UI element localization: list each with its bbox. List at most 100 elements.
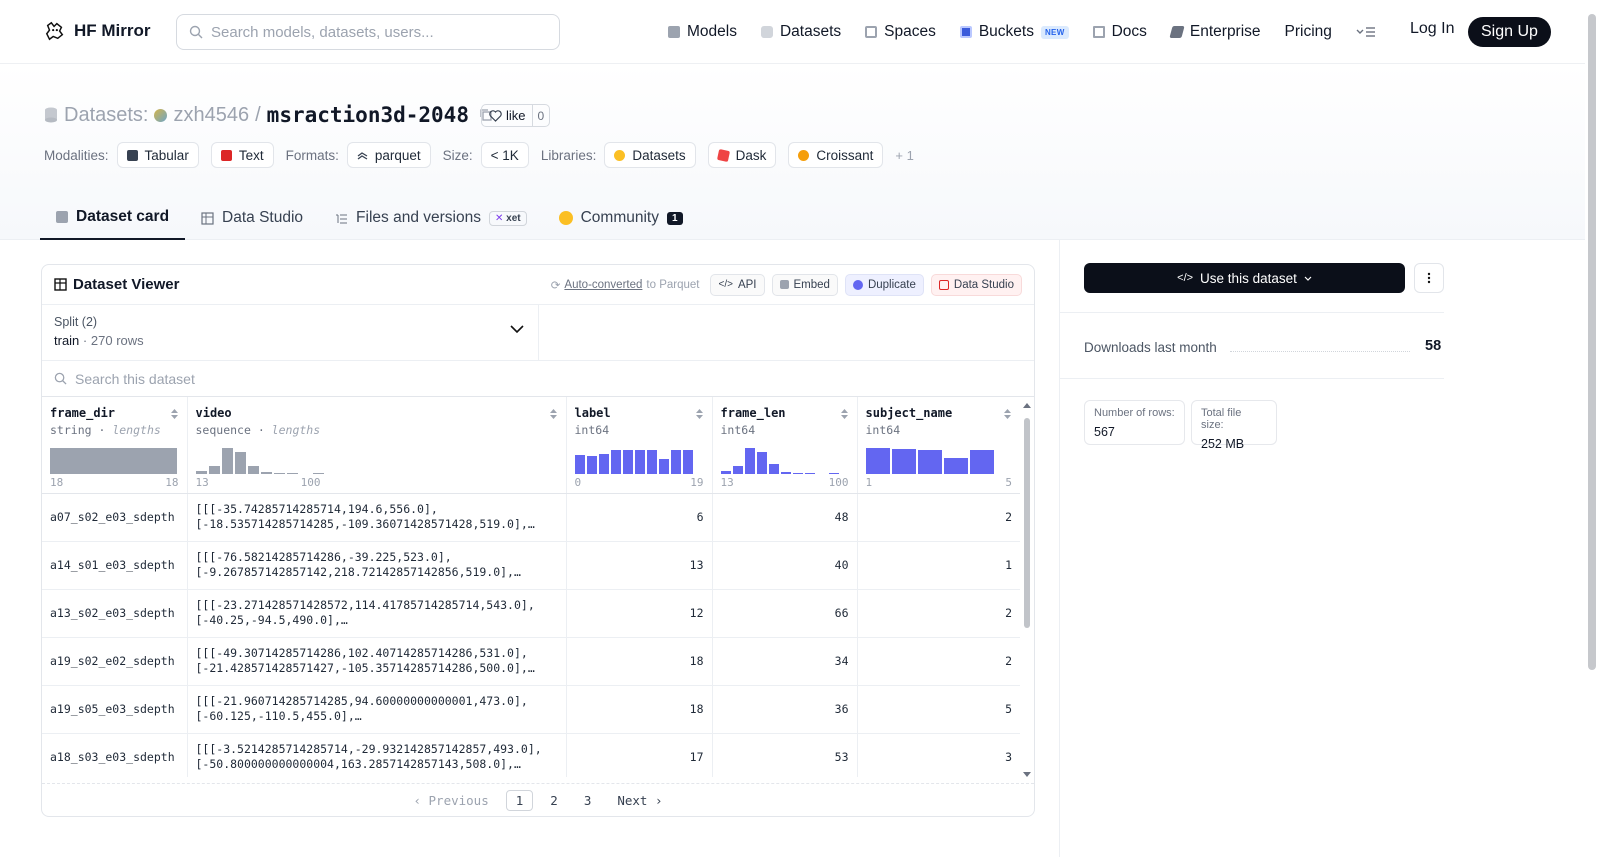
- signup-button[interactable]: Sign Up: [1468, 17, 1551, 47]
- cell-frame-len[interactable]: 40: [712, 541, 858, 590]
- dataset-search-input[interactable]: [75, 370, 475, 387]
- table-row[interactable]: a19_s05_e03_sdepth [[[-21.96071428571428…: [42, 685, 1020, 734]
- tab-data-studio[interactable]: Data Studio: [185, 196, 319, 240]
- cell-label[interactable]: 18: [566, 637, 713, 686]
- col-header-subject-name[interactable]: subject_name int64 15: [857, 397, 1020, 494]
- col-header-label[interactable]: label int64 0 19: [566, 397, 713, 494]
- tab-dataset-card[interactable]: Dataset card: [40, 196, 186, 240]
- cell-frame-len[interactable]: 36: [712, 685, 858, 734]
- repo-owner-link[interactable]: zxh4546: [173, 104, 249, 127]
- cell-subject-name[interactable]: 1: [857, 541, 1020, 590]
- cell-video[interactable]: [[[-3.5214285714285714,-29.9321428571428…: [187, 733, 567, 777]
- pager-page-3[interactable]: 3: [575, 791, 601, 810]
- data-studio-button[interactable]: Data Studio: [930, 273, 1022, 296]
- cell-frame-len[interactable]: 53: [712, 733, 858, 777]
- embed-button[interactable]: Embed: [771, 273, 838, 296]
- table-scroll-thumb[interactable]: [1024, 418, 1030, 628]
- cell-subject-name[interactable]: 5: [857, 685, 1020, 734]
- scroll-down-icon[interactable]: [1021, 770, 1033, 778]
- api-button[interactable]: </> API: [710, 273, 765, 296]
- tab-files[interactable]: Files and versions ✕ xet: [319, 196, 543, 240]
- chip-parquet[interactable]: parquet: [346, 142, 431, 168]
- chip-text[interactable]: Text: [210, 142, 274, 168]
- cell-frame-len[interactable]: 48: [712, 493, 858, 542]
- cell-frame-len[interactable]: 34: [712, 637, 858, 686]
- stat-size-value: 252 MB: [1201, 437, 1245, 451]
- tab-files-label: Files and versions: [356, 209, 481, 226]
- more-libraries[interactable]: + 1: [895, 148, 913, 163]
- table-row[interactable]: a07_s02_e03_sdepth [[[-35.74285714285714…: [42, 493, 1020, 542]
- col-header-video[interactable]: video sequence · lengths 13 100: [187, 397, 567, 494]
- cell-frame-dir[interactable]: a07_s02_e03_sdepth: [42, 493, 188, 542]
- nav-datasets[interactable]: Datasets: [760, 23, 841, 41]
- like-label-wrap: like: [482, 105, 533, 126]
- chip-tabular[interactable]: Tabular: [116, 142, 199, 168]
- stat-size-label: Total file size:: [1201, 407, 1242, 431]
- cell-frame-dir[interactable]: a19_s02_e02_sdepth: [42, 637, 188, 686]
- cell-subject-name[interactable]: 2: [857, 589, 1020, 638]
- cell-video[interactable]: [[[-35.74285714285714,194.6,556.0], [-18…: [187, 493, 567, 542]
- cell-label[interactable]: 17: [566, 733, 713, 777]
- pager-previous[interactable]: ‹ Previous: [404, 791, 497, 810]
- login-link[interactable]: Log In: [1410, 20, 1454, 38]
- duplicate-button[interactable]: Duplicate: [844, 273, 924, 296]
- page-scrollbar-thumb[interactable]: [1588, 14, 1596, 670]
- sort-icon[interactable]: [840, 408, 849, 420]
- cell-subject-name[interactable]: 2: [857, 493, 1020, 542]
- more-options-button[interactable]: [1414, 263, 1444, 293]
- chip-dask[interactable]: Dask: [707, 142, 777, 168]
- cell-frame-dir[interactable]: a18_s03_e03_sdepth: [42, 733, 188, 777]
- like-button[interactable]: like 0: [481, 104, 551, 127]
- cell-label[interactable]: 12: [566, 589, 713, 638]
- nav-spaces[interactable]: Spaces: [865, 23, 936, 41]
- scroll-up-icon[interactable]: [1021, 402, 1033, 410]
- col-header-frame-len[interactable]: frame_len int64 13 100: [712, 397, 858, 494]
- chip-size[interactable]: < 1K: [480, 142, 529, 168]
- cell-frame-dir[interactable]: a14_s01_e03_sdepth: [42, 541, 188, 590]
- pagination: ‹ Previous 1 2 3 Next ›: [42, 783, 1034, 816]
- sort-icon[interactable]: [549, 408, 558, 420]
- pager-page-2[interactable]: 2: [541, 791, 567, 810]
- pager-next[interactable]: Next ›: [608, 791, 671, 810]
- nav-pricing[interactable]: Pricing: [1285, 23, 1332, 41]
- repo-name[interactable]: msraction3d-2048: [267, 103, 469, 127]
- nav-models[interactable]: Models: [668, 23, 737, 41]
- use-dataset-button[interactable]: </> Use this dataset: [1084, 263, 1405, 293]
- sort-icon[interactable]: [695, 408, 704, 420]
- cell-label[interactable]: 13: [566, 541, 713, 590]
- tab-community[interactable]: Community 1: [543, 196, 699, 240]
- cell-video[interactable]: [[[-21.960714285714285,94.60000000000001…: [187, 685, 567, 734]
- global-search[interactable]: [176, 14, 560, 50]
- col-name: label: [574, 406, 611, 420]
- col-header-frame-dir[interactable]: frame_dir string · lengths 18 18: [42, 397, 188, 494]
- pager-page-1[interactable]: 1: [505, 789, 534, 811]
- table-row[interactable]: a18_s03_e03_sdepth [[[-3.521428571428571…: [42, 733, 1020, 777]
- cell-label[interactable]: 6: [566, 493, 713, 542]
- table-row[interactable]: a19_s02_e02_sdepth [[[-49.30714285714286…: [42, 637, 1020, 686]
- chip-datasets-lib[interactable]: Datasets: [604, 142, 696, 168]
- auto-converted-link[interactable]: Auto-converted: [564, 279, 642, 291]
- cell-subject-name[interactable]: 2: [857, 637, 1020, 686]
- cell-video[interactable]: [[[-49.30714285714286,102.40714285714286…: [187, 637, 567, 686]
- brand-logo[interactable]: HF Mirror: [44, 20, 151, 42]
- split-selector[interactable]: Split (2) train · 270 rows: [42, 305, 539, 360]
- cell-video[interactable]: [[[-23.271428571428572,114.4178571428571…: [187, 589, 567, 638]
- cell-frame-dir[interactable]: a19_s05_e03_sdepth: [42, 685, 188, 734]
- cell-video[interactable]: [[[-76.58214285714286,-39.225,523.0], [-…: [187, 541, 567, 590]
- sort-icon[interactable]: [1003, 408, 1012, 420]
- table-row[interactable]: a13_s02_e03_sdepth [[[-23.27142857142857…: [42, 589, 1020, 638]
- cell-frame-dir[interactable]: a13_s02_e03_sdepth: [42, 589, 188, 638]
- nav-docs[interactable]: Docs: [1092, 23, 1147, 41]
- sort-icon[interactable]: [170, 408, 179, 420]
- nav-more[interactable]: [1356, 25, 1376, 39]
- table-row[interactable]: a14_s01_e03_sdepth [[[-76.58214285714286…: [42, 541, 1020, 590]
- cell-subject-name[interactable]: 3: [857, 733, 1020, 777]
- cell-frame-len[interactable]: 66: [712, 589, 858, 638]
- cell-label[interactable]: 18: [566, 685, 713, 734]
- chip-croissant[interactable]: Croissant: [788, 142, 884, 168]
- nav-enterprise[interactable]: Enterprise: [1169, 23, 1261, 41]
- dataset-search[interactable]: [42, 361, 1034, 397]
- table-scrollbar[interactable]: [1021, 400, 1033, 780]
- global-search-input[interactable]: [211, 23, 541, 41]
- nav-buckets[interactable]: Buckets NEW: [959, 23, 1069, 41]
